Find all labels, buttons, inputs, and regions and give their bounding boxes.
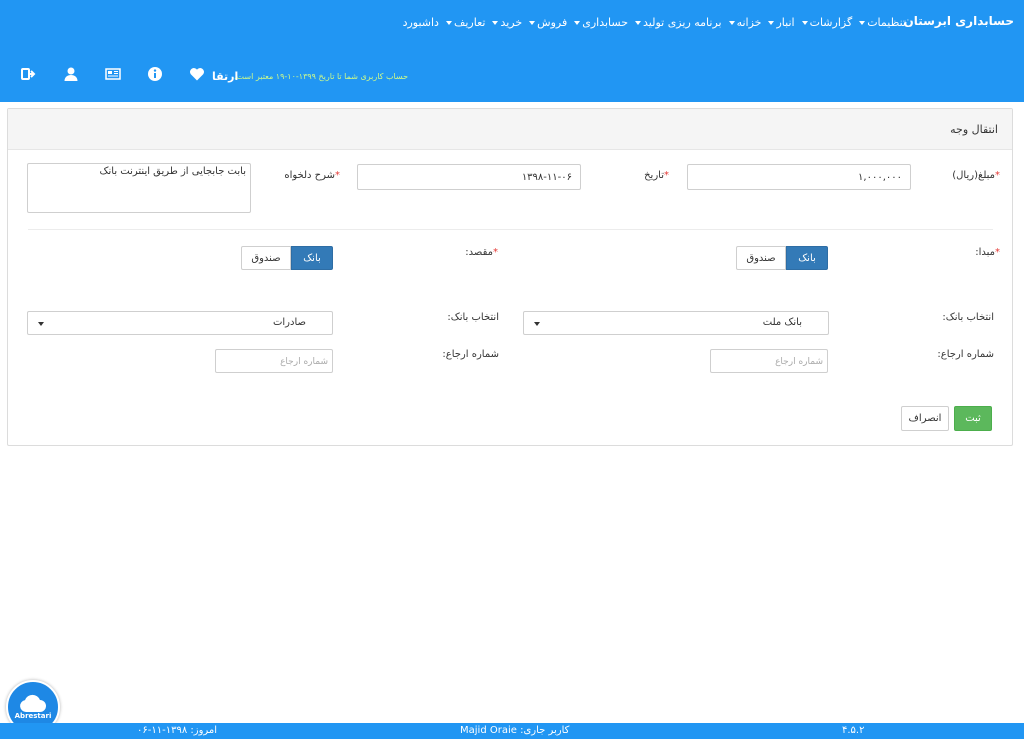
date-input[interactable] <box>357 164 581 190</box>
main-menu: داشبورد تعاریف خرید فروش حسابداری برنامه… <box>403 16 906 29</box>
source-bank-option[interactable]: بانک <box>786 246 828 270</box>
transfer-panel: انتقال وجه *مبلغ(ریال) *تاریخ *شرح دلخوا… <box>7 108 1013 446</box>
amount-input[interactable] <box>687 164 911 190</box>
cancel-button[interactable]: انصراف <box>901 406 949 431</box>
menu-item-treasury[interactable]: خزانه <box>728 16 761 29</box>
source-bank-select[interactable]: بانک ملت <box>523 311 829 335</box>
chevron-down-icon <box>574 20 581 25</box>
menu-item-definitions[interactable]: تعاریف <box>445 16 485 29</box>
destination-bank-option[interactable]: بانک <box>291 246 333 270</box>
destination-type-toggle: بانک صندوق <box>241 246 333 270</box>
newspaper-icon[interactable] <box>92 65 134 83</box>
menu-item-sales[interactable]: فروش <box>529 16 567 29</box>
source-label: *مبدا: <box>975 247 1000 258</box>
today-date: امروز: ۱۳۹۸-۱۱-۰۶ <box>137 725 218 736</box>
logo-text: Abrestari <box>14 712 52 720</box>
chevron-down-icon <box>529 20 536 25</box>
description-label: *شرح دلخواه <box>284 170 340 181</box>
menu-item-production-planning[interactable]: برنامه ریزی تولید <box>635 16 722 29</box>
save-button[interactable]: ثبت <box>954 406 992 431</box>
current-user: کاربر جاری: Majid Oraie <box>460 725 570 736</box>
source-bank-value: بانک ملت <box>762 317 802 328</box>
top-navbar: حسابداری ابرستان داشبورد تعاریف خرید فرو… <box>0 0 1024 102</box>
cloud-icon <box>20 694 46 712</box>
chevron-down-icon <box>635 20 642 25</box>
source-bank-label: انتخاب بانک: <box>942 312 994 323</box>
divider <box>28 229 993 230</box>
destination-cash-option[interactable]: صندوق <box>241 246 291 270</box>
chevron-down-icon <box>728 20 735 25</box>
chevron-down-icon <box>445 20 452 25</box>
brand-title[interactable]: حسابداری ابرستان <box>903 14 1014 28</box>
source-type-toggle: بانک صندوق <box>736 246 828 270</box>
description-textarea[interactable]: بابت جابجایی از طریق اینترنت بانک <box>27 163 251 213</box>
chevron-down-icon <box>859 20 866 25</box>
dropdown-arrow-icon <box>534 322 540 326</box>
dropdown-arrow-icon <box>38 322 44 326</box>
date-label: *تاریخ <box>644 170 669 181</box>
chevron-down-icon <box>801 20 808 25</box>
user-icon[interactable] <box>50 65 92 83</box>
toolbar-icons <box>8 65 218 83</box>
info-icon[interactable] <box>134 65 176 83</box>
menu-item-dashboard[interactable]: داشبورد <box>403 16 439 29</box>
source-ref-label: شماره ارجاع: <box>937 349 994 360</box>
menu-item-settings[interactable]: تنظیمات <box>859 16 906 29</box>
source-cash-option[interactable]: صندوق <box>736 246 786 270</box>
panel-header: انتقال وجه <box>8 109 1012 150</box>
panel-title: انتقال وجه <box>950 123 998 136</box>
menu-item-purchase[interactable]: خرید <box>492 16 522 29</box>
chevron-down-icon <box>492 20 499 25</box>
chevron-down-icon <box>768 20 775 25</box>
menu-item-warehouse[interactable]: انبار <box>768 16 795 29</box>
source-ref-input[interactable] <box>710 349 828 373</box>
logout-icon[interactable] <box>8 65 50 83</box>
destination-bank-select[interactable]: صادرات <box>27 311 333 335</box>
destination-label: *مقصد: <box>465 247 498 258</box>
menu-item-reports[interactable]: گزارشات <box>801 16 852 29</box>
destination-ref-label: شماره ارجاع: <box>442 349 499 360</box>
footer-bar: ۴.۵.۲ کاربر جاری: Majid Oraie امروز: ۱۳۹… <box>0 723 1024 739</box>
destination-bank-value: صادرات <box>272 317 306 328</box>
app-version: ۴.۵.۲ <box>842 725 865 736</box>
destination-bank-label: انتخاب بانک: <box>447 312 499 323</box>
amount-label: *مبلغ(ریال) <box>952 170 1000 181</box>
license-status: حساب کاربری شما تا تاریخ ۱۳۹۹-۱۰-۱۹ معتب… <box>234 72 409 81</box>
menu-item-accounting[interactable]: حسابداری <box>574 16 628 29</box>
destination-ref-input[interactable] <box>215 349 333 373</box>
